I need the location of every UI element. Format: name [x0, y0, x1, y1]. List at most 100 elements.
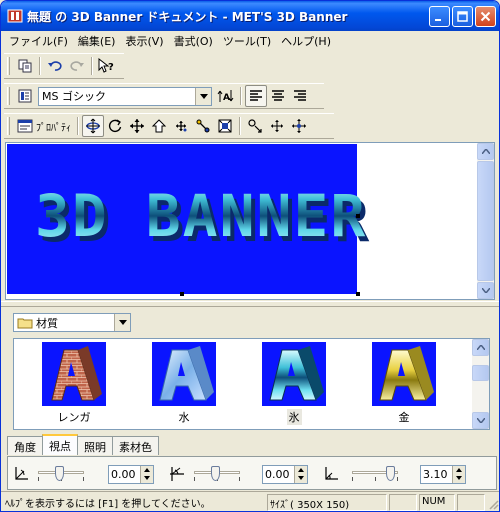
properties-button[interactable]: ﾌﾟﾛﾊﾟﾃｨ — [14, 116, 74, 136]
water-texture-icon — [159, 346, 214, 401]
menu-tools[interactable]: ツール(T) — [218, 33, 276, 49]
window-title: 無題 の 3D Banner ドキュメント - MET'S 3D Banner — [27, 10, 348, 24]
gold-texture-icon — [379, 346, 434, 401]
material-thumbnail — [152, 342, 216, 406]
view-rotate-icon — [248, 119, 262, 133]
resize-handle-right[interactable] — [356, 214, 360, 218]
tab-viewpoint[interactable]: 視点 — [42, 434, 78, 455]
font-dialog-button[interactable] — [14, 85, 36, 107]
material-item-gold[interactable]: 金 — [364, 342, 444, 425]
fit-button[interactable] — [214, 115, 236, 137]
menu-file[interactable]: ファイル(F) — [4, 33, 73, 49]
material-label: 水 — [178, 411, 190, 424]
font-select[interactable]: MS ゴシック — [38, 86, 212, 106]
app-icon — [7, 9, 23, 23]
tab-lighting[interactable]: 照明 — [77, 436, 113, 455]
move-up-button[interactable] — [148, 115, 170, 137]
material-item-ice[interactable]: 氷 — [254, 342, 334, 425]
rotate-z-slider[interactable] — [350, 464, 400, 484]
maximize-button[interactable] — [452, 6, 473, 27]
scroll-thumb[interactable] — [472, 365, 489, 381]
ice-texture-icon — [269, 346, 324, 401]
rotate-x-slider[interactable] — [36, 464, 86, 484]
viewpoint-panel: 0.00 0.00 3.10 — [7, 456, 497, 490]
menu-help[interactable]: ヘルプ(H) — [276, 33, 336, 49]
spin-up-button[interactable] — [453, 466, 465, 474]
menu-view[interactable]: 表示(V) — [120, 33, 168, 49]
scroll-thumb[interactable] — [477, 161, 494, 281]
scroll-down-button[interactable] — [472, 412, 489, 429]
material-thumbnail — [372, 342, 436, 406]
scale-icon — [196, 119, 210, 133]
minimize-button[interactable] — [429, 6, 450, 27]
rotate-z-input[interactable]: 3.10 — [420, 465, 466, 484]
scroll-up-button[interactable] — [477, 143, 494, 160]
font-select-value: MS ゴシック — [42, 90, 106, 103]
tab-angle[interactable]: 角度 — [7, 436, 43, 455]
chevron-down-icon — [476, 418, 485, 423]
resize-handle-bottom[interactable] — [180, 292, 184, 296]
scale-button[interactable] — [192, 115, 214, 137]
material-item-water[interactable]: 水 — [144, 342, 224, 425]
transform-toolbar: ﾌﾟﾛﾊﾟﾃｨ — [4, 113, 334, 139]
resize-handle-corner[interactable] — [356, 292, 360, 296]
menu-format[interactable]: 書式(O) — [169, 33, 218, 49]
align-center-icon — [272, 90, 284, 101]
scroll-up-button[interactable] — [472, 339, 489, 356]
redo-button[interactable] — [66, 55, 88, 77]
tab-material-color[interactable]: 素材色 — [112, 436, 159, 455]
chevron-up-icon — [298, 468, 304, 472]
toolbar-grip[interactable] — [7, 57, 10, 75]
material-category-select[interactable]: 材質 — [13, 313, 131, 332]
canvas-vertical-scrollbar[interactable] — [477, 143, 494, 299]
rotate-button[interactable] — [104, 115, 126, 137]
title-bar[interactable]: 無題 の 3D Banner ドキュメント - MET'S 3D Banner — [1, 1, 499, 31]
toolbar-grip[interactable] — [7, 87, 10, 105]
move-up-icon — [151, 119, 167, 133]
move-button[interactable] — [126, 115, 148, 137]
rotate-x-input[interactable]: 0.00 — [108, 465, 154, 484]
material-item-brick[interactable]: レンガ — [34, 342, 114, 425]
material-category-dropdown-button[interactable] — [114, 314, 130, 331]
view-move-button[interactable] — [266, 115, 288, 137]
align-left-button[interactable] — [245, 85, 267, 107]
char-spacing-button[interactable]: A — [215, 85, 237, 107]
banner-canvas-area[interactable]: 3D BANNER 3D BANNER — [5, 142, 495, 300]
scroll-down-button[interactable] — [477, 282, 494, 299]
fit-icon — [218, 119, 232, 133]
view-zoom-icon — [292, 119, 306, 133]
material-list-scrollbar[interactable] — [472, 339, 489, 429]
move-icon — [130, 119, 144, 133]
rotate-3d-button[interactable] — [82, 115, 104, 137]
move-depth-button[interactable] — [170, 115, 192, 137]
menu-edit[interactable]: 編集(E) — [73, 33, 121, 49]
spin-down-button[interactable] — [453, 474, 465, 482]
align-center-button[interactable] — [267, 85, 289, 107]
spin-down-button[interactable] — [295, 474, 307, 482]
spin-up-button[interactable] — [295, 466, 307, 474]
font-select-dropdown-button[interactable] — [195, 87, 211, 105]
copy-button[interactable] — [14, 55, 36, 77]
redo-icon — [70, 61, 84, 71]
rotate-y-slider[interactable] — [192, 464, 242, 484]
app-window: 無題 の 3D Banner ドキュメント - MET'S 3D Banner … — [0, 0, 500, 512]
view-rotate-button[interactable] — [244, 115, 266, 137]
banner-preview[interactable]: 3D BANNER 3D BANNER — [7, 144, 369, 294]
view-zoom-button[interactable] — [288, 115, 310, 137]
settings-tabs: 角度 視点 照明 素材色 — [7, 434, 159, 456]
resize-grip-icon[interactable] — [487, 498, 499, 510]
close-button[interactable] — [475, 6, 496, 27]
rotate-y-icon — [170, 467, 184, 481]
chevron-down-icon — [199, 93, 208, 99]
spin-down-button[interactable] — [141, 474, 153, 482]
spin-up-button[interactable] — [141, 466, 153, 474]
toolbar-grip[interactable] — [7, 117, 10, 135]
pane-splitter[interactable] — [1, 301, 499, 307]
rotate-y-input[interactable]: 0.00 — [262, 465, 308, 484]
context-help-button[interactable]: ? — [96, 55, 118, 77]
rotate-y-value: 0.00 — [265, 468, 290, 481]
chevron-down-icon — [456, 476, 462, 480]
undo-button[interactable] — [44, 55, 66, 77]
chevron-up-icon — [476, 345, 485, 350]
align-right-button[interactable] — [289, 85, 311, 107]
